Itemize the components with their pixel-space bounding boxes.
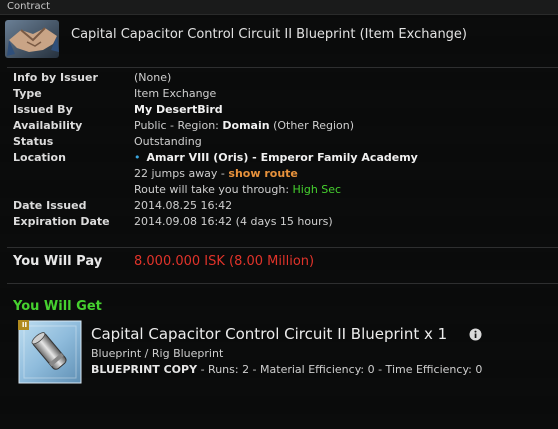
type-label: Type — [13, 87, 42, 100]
route-security: High Sec — [292, 183, 342, 196]
info-by-issuer-value: (None) — [134, 71, 172, 84]
availability-region[interactable]: Domain — [222, 119, 269, 132]
price-value: 8.000.000 ISK (8.00 Million) — [134, 254, 315, 269]
you-will-get-label: You Will Get — [13, 299, 102, 314]
issued-by-label: Issued By — [13, 103, 73, 116]
divider — [7, 247, 558, 248]
contract-window: Contract Capital Capacitor Control Circu… — [0, 0, 558, 429]
route-text: Route will take you through: — [134, 183, 293, 196]
location-value: • Amarr VIII (Oris) - Emperor Family Acad… — [134, 150, 418, 166]
status-label: Status — [13, 135, 54, 148]
blueprint-copy-label: BLUEPRINT COPY — [91, 363, 198, 376]
you-will-pay-label: You Will Pay — [13, 254, 103, 269]
location-label: Location — [13, 151, 66, 164]
blueprint-copy-details: - Runs: 2 - Material Efficiency: 0 - Tim… — [197, 363, 483, 376]
info-icon[interactable] — [469, 328, 482, 341]
window-titlebar[interactable]: Contract — [0, 0, 558, 15]
availability-label: Availability — [13, 119, 83, 132]
tech-level-badge: II — [21, 321, 28, 329]
contract-title: Capital Capacitor Control Circuit II Blu… — [71, 27, 467, 42]
type-value: Item Exchange — [134, 87, 217, 100]
expiration-label: Expiration Date — [13, 215, 110, 228]
location-link[interactable]: Amarr VIII (Oris) - Emperor Family Acade… — [147, 151, 418, 164]
date-issued-value: 2014.08.25 16:42 — [134, 199, 233, 212]
window-title: Contract — [7, 1, 51, 12]
blueprint-details: BLUEPRINT COPY - Runs: 2 - Material Effi… — [91, 362, 482, 377]
availability-value: Public - Region: Domain (Other Region) — [134, 118, 354, 134]
issued-by-link[interactable]: My DesertBird — [134, 102, 223, 118]
expiration-value: 2014.09.08 16:42 (4 days 15 hours) — [134, 215, 333, 228]
divider — [7, 67, 558, 68]
date-issued-label: Date Issued — [13, 199, 87, 212]
item-title: Capital Capacitor Control Circuit II Blu… — [91, 325, 448, 343]
info-by-issuer-label: Info by Issuer — [13, 71, 98, 84]
jumps-text: 22 jumps away - — [134, 167, 229, 180]
availability-suffix: (Other Region) — [269, 119, 355, 132]
show-route-link[interactable]: show route — [228, 167, 297, 180]
bullet-icon: • — [134, 151, 141, 164]
availability-prefix: Public - Region: — [134, 119, 223, 132]
handshake-icon — [5, 20, 59, 58]
route-line: Route will take you through: High Sec — [134, 182, 341, 198]
item-category: Blueprint / Rig Blueprint — [91, 347, 224, 360]
jumps-line: 22 jumps away - show route — [134, 166, 298, 182]
divider — [7, 283, 558, 284]
status-value: Outstanding — [134, 135, 202, 148]
